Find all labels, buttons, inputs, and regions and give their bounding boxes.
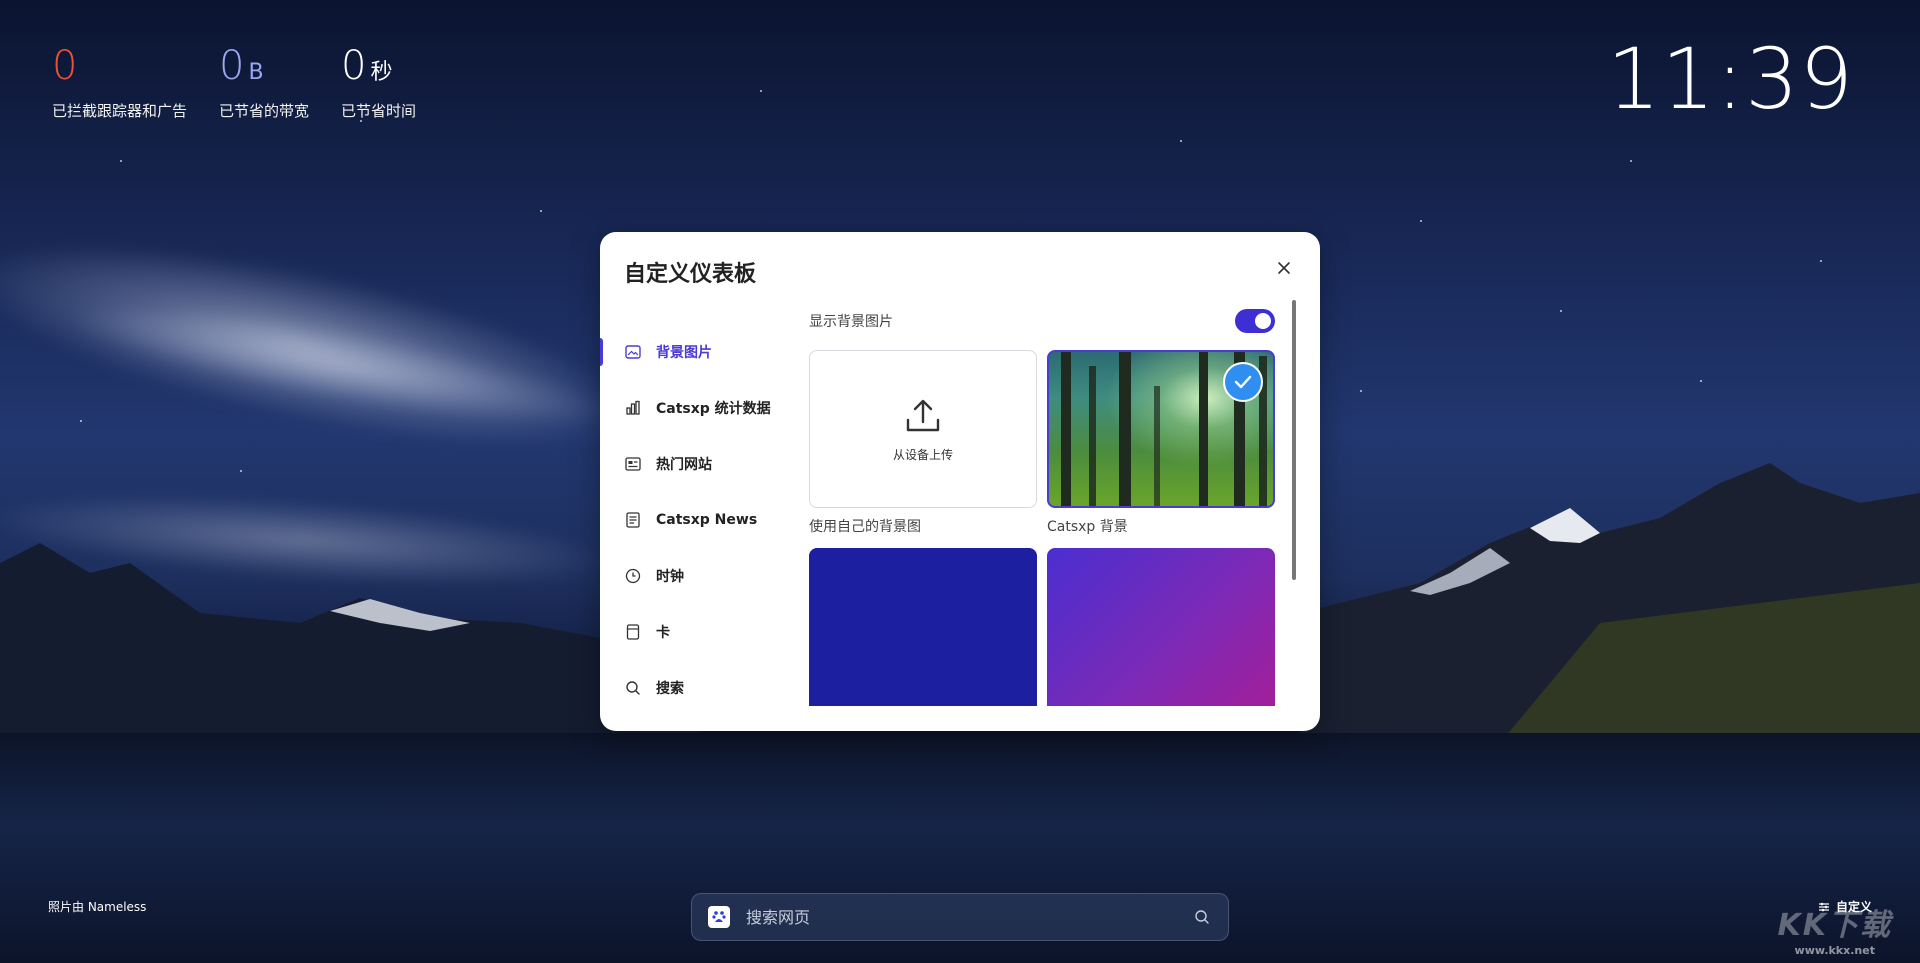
stat-bandwidth-value: 0 xyxy=(219,43,245,89)
nav-item-stats[interactable]: Catsxp 统计数据 xyxy=(600,380,790,436)
settings-nav: 背景图片 Catsxp 统计数据 热门网站 Catsxp News 时钟 卡 搜… xyxy=(600,324,790,716)
upload-icon xyxy=(906,399,940,431)
stat-time-value: 0 xyxy=(341,43,367,89)
stat-time-unit: 秒 xyxy=(370,60,393,85)
watermark-logo: KK下载 xyxy=(1777,908,1892,943)
show-background-label: 显示背景图片 xyxy=(809,314,893,330)
nav-label: 热门网站 xyxy=(656,457,712,473)
nav-label: 搜索 xyxy=(656,681,684,697)
clock-icon xyxy=(624,567,642,585)
image-icon xyxy=(624,343,642,361)
gradient-card-purple[interactable] xyxy=(1047,548,1275,706)
mountains-right xyxy=(1300,463,1920,743)
search-input[interactable] xyxy=(744,906,1192,928)
customize-dashboard-dialog: 自定义仪表板 背景图片 Catsxp 统计数据 热门网站 Catsxp News… xyxy=(600,232,1320,731)
watermark: KK下载 www.kkx.net xyxy=(1778,900,1893,957)
scrollbar[interactable] xyxy=(1292,300,1296,580)
stat-bandwidth-unit: B xyxy=(248,60,264,85)
stat-blocked-value: 0 xyxy=(52,43,78,89)
stat-bandwidth: 0 B 已节省的带宽 xyxy=(219,46,309,121)
bar-chart-icon xyxy=(624,399,642,417)
clock: 11:39 xyxy=(1606,30,1854,128)
upload-caption: 使用自己的背景图 xyxy=(809,519,921,535)
nav-item-news[interactable]: Catsxp News xyxy=(600,492,790,548)
stat-time: 0 秒 已节省时间 xyxy=(341,46,416,121)
nav-item-search[interactable]: 搜索 xyxy=(600,660,790,716)
stat-time-label: 已节省时间 xyxy=(341,102,417,120)
show-background-toggle[interactable] xyxy=(1235,309,1275,333)
mountains-left xyxy=(0,543,700,763)
search-icon xyxy=(624,679,642,697)
selected-check-icon xyxy=(1223,362,1263,402)
close-button[interactable] xyxy=(1272,256,1296,280)
search-engine-icon[interactable] xyxy=(708,906,730,928)
card-icon xyxy=(624,623,642,641)
background-options-grid: 从设备上传 使用自己的背景图 Catsxp 背景 xyxy=(809,350,1275,706)
stat-blocked-label: 已拦截跟踪器和广告 xyxy=(52,102,188,120)
search-bar xyxy=(691,893,1229,941)
dialog-title: 自定义仪表板 xyxy=(624,262,757,287)
top-sites-icon xyxy=(624,455,642,473)
solid-color-card-blue[interactable] xyxy=(809,548,1037,706)
upload-background-card[interactable]: 从设备上传 xyxy=(809,350,1037,508)
catsxp-background-card[interactable] xyxy=(1047,350,1275,508)
stats-panel: 0 已拦截跟踪器和广告 0 B 已节省的带宽 0 秒 已节省时间 xyxy=(52,46,416,121)
stat-bandwidth-label: 已节省的带宽 xyxy=(219,102,310,120)
nav-label: 时钟 xyxy=(656,569,684,585)
nav-item-clock[interactable]: 时钟 xyxy=(600,548,790,604)
watermark-url: www.kkx.net xyxy=(1794,944,1875,957)
photo-credit[interactable]: 照片由 Nameless xyxy=(48,898,146,915)
upload-text: 从设备上传 xyxy=(892,447,953,462)
nav-item-background[interactable]: 背景图片 xyxy=(600,324,790,380)
stat-blocked: 0 已拦截跟踪器和广告 xyxy=(52,46,187,121)
nav-item-top-sites[interactable]: 热门网站 xyxy=(600,436,790,492)
close-icon xyxy=(1278,262,1290,274)
nav-label: 背景图片 xyxy=(656,345,712,361)
show-background-row: 显示背景图片 xyxy=(809,306,1275,336)
search-icon[interactable] xyxy=(1192,907,1212,927)
nav-label: Catsxp 统计数据 xyxy=(656,401,771,417)
news-icon xyxy=(624,511,642,529)
background-settings: 显示背景图片 从设备上传 使用自己的背景图 Catsxp 背景 xyxy=(809,306,1275,731)
nav-item-cards[interactable]: 卡 xyxy=(600,604,790,660)
nav-label: 卡 xyxy=(656,625,670,641)
nav-label: Catsxp News xyxy=(656,512,758,528)
catsxp-caption: Catsxp 背景 xyxy=(1047,519,1128,535)
toggle-knob xyxy=(1255,313,1271,329)
